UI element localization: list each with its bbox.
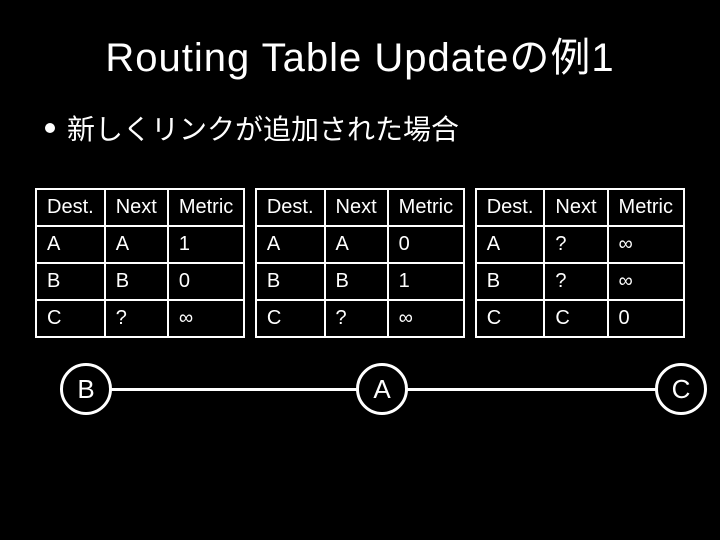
cell-metric: 0 [168,263,244,300]
cell-metric: ∞ [168,300,244,337]
network-diagram: B A C [30,363,690,443]
cell-metric: 0 [388,226,464,263]
cell-next: ? [325,300,388,337]
node-b: B [60,363,112,415]
slide-title: Routing Table Updateの例1 [30,25,690,83]
header-next: Next [105,189,168,226]
routing-table-a: Dest. Next Metric A A 0 B B 1 C ? ∞ [255,188,465,338]
cell-next: A [105,226,168,263]
cell-next: C [544,300,607,337]
header-metric: Metric [388,189,464,226]
table-header-row: Dest. Next Metric [476,189,684,226]
table-row: B B 1 [256,263,464,300]
slide: Routing Table Updateの例1 新しくリンクが追加された場合 D… [0,0,720,540]
cell-dest: C [36,300,105,337]
node-a: A [356,363,408,415]
cell-dest: B [476,263,545,300]
table-row: B B 0 [36,263,244,300]
table-header-row: Dest. Next Metric [36,189,244,226]
node-label: A [373,374,390,405]
tables-row: Dest. Next Metric A A 1 B B 0 C ? ∞ D [30,188,690,338]
header-dest: Dest. [476,189,545,226]
cell-next: A [325,226,388,263]
table-row: C ? ∞ [36,300,244,337]
table-row: A A 1 [36,226,244,263]
bullet-row: 新しくリンクが追加された場合 [45,108,690,148]
table-header-row: Dest. Next Metric [256,189,464,226]
routing-table-c: Dest. Next Metric A ? ∞ B ? ∞ C C 0 [475,188,685,338]
cell-dest: B [36,263,105,300]
header-metric: Metric [608,189,684,226]
header-next: Next [325,189,388,226]
cell-next: ? [544,263,607,300]
cell-next: B [105,263,168,300]
table-row: A ? ∞ [476,226,684,263]
cell-next: B [325,263,388,300]
bullet-text: 新しくリンクが追加された場合 [67,108,459,148]
cell-metric: 0 [608,300,684,337]
node-c: C [655,363,707,415]
node-label: B [77,374,94,405]
cell-next: ? [105,300,168,337]
cell-dest: A [36,226,105,263]
table-row: A A 0 [256,226,464,263]
table-row: C C 0 [476,300,684,337]
header-dest: Dest. [36,189,105,226]
header-dest: Dest. [256,189,325,226]
cell-metric: 1 [168,226,244,263]
cell-metric: ∞ [608,226,684,263]
cell-dest: A [256,226,325,263]
header-next: Next [544,189,607,226]
node-label: C [672,374,691,405]
cell-dest: B [256,263,325,300]
bullet-icon [45,123,55,133]
header-metric: Metric [168,189,244,226]
cell-dest: C [256,300,325,337]
cell-dest: C [476,300,545,337]
cell-metric: ∞ [608,263,684,300]
cell-metric: 1 [388,263,464,300]
link-a-c [405,388,660,391]
cell-next: ? [544,226,607,263]
table-row: C ? ∞ [256,300,464,337]
cell-dest: A [476,226,545,263]
link-b-a [105,388,360,391]
table-row: B ? ∞ [476,263,684,300]
routing-table-b: Dest. Next Metric A A 1 B B 0 C ? ∞ [35,188,245,338]
cell-metric: ∞ [388,300,464,337]
